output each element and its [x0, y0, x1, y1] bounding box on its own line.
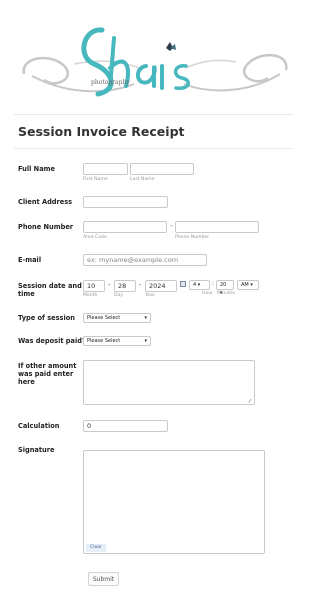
signature-label: Signature: [18, 446, 55, 454]
calculation-input[interactable]: 0: [83, 420, 168, 432]
time-separator: :: [212, 280, 215, 287]
date-separator-2: -: [139, 281, 142, 289]
full-name-label: Full Name: [18, 165, 55, 173]
minutes-sublabel: Minutes: [217, 291, 236, 296]
other-amount-line1: If other amount: [18, 362, 77, 370]
last-name-sublabel: Last Name: [130, 177, 155, 182]
client-address-label: Client Address: [18, 198, 73, 206]
session-datetime-label: Session date and time: [18, 282, 82, 298]
email-label: E-mail: [18, 256, 42, 264]
day-sublabel: Day: [114, 293, 124, 298]
brand-logo: photography: [14, 8, 296, 108]
month-sublabel: Month: [83, 293, 98, 298]
other-amount-label: If other amount was paid enter here: [18, 362, 76, 386]
email-input[interactable]: ex: myname@example.com: [83, 254, 207, 266]
chevron-down-icon: ▾: [144, 338, 147, 344]
form-title: Session Invoice Receipt: [18, 124, 185, 139]
date-separator-1: -: [108, 281, 111, 289]
area-code-sublabel: Area Code: [83, 235, 107, 240]
session-label-line2: time: [18, 290, 35, 298]
logo-subtext: photography: [91, 79, 130, 86]
month-input[interactable]: 10: [83, 280, 105, 292]
type-of-session-value: Please Select: [87, 315, 121, 321]
year-input[interactable]: 2024: [145, 280, 177, 292]
minutes-select[interactable]: 20 ▾: [216, 280, 234, 296]
hour-value: 4: [193, 282, 197, 288]
first-name-input[interactable]: [83, 163, 128, 175]
other-amount-line2: was paid enter: [18, 370, 74, 378]
first-name-sublabel: First Name: [83, 177, 108, 182]
last-name-input[interactable]: [130, 163, 194, 175]
type-of-session-select[interactable]: Please Select ▾: [83, 313, 151, 323]
client-address-input[interactable]: [83, 196, 168, 208]
logo-swirl-graphic: [22, 27, 288, 97]
minutes-value: 20: [220, 282, 227, 288]
title-divider: [14, 148, 293, 149]
day-input[interactable]: 28: [114, 280, 136, 292]
resize-handle-icon[interactable]: ⁄⁄: [249, 399, 251, 405]
calendar-icon[interactable]: [180, 281, 186, 287]
submit-button[interactable]: Submit: [88, 572, 119, 586]
area-code-input[interactable]: [83, 221, 167, 233]
other-amount-textarea[interactable]: [83, 360, 255, 405]
chevron-down-icon: ▾: [144, 315, 147, 321]
other-amount-line3: here: [18, 378, 35, 386]
session-label-line1: Session date and: [18, 282, 82, 290]
signature-pad[interactable]: [83, 450, 265, 554]
ampm-value: AM: [241, 282, 249, 288]
phone-number-label: Phone Number: [18, 223, 74, 231]
clear-signature-button[interactable]: Clear: [86, 544, 106, 552]
hour-select[interactable]: 4 ▾: [189, 280, 210, 290]
type-of-session-label: Type of session: [18, 314, 75, 322]
hour-sublabel: Hour: [202, 291, 214, 296]
deposit-paid-value: Please Select: [87, 338, 121, 344]
year-sublabel: Year: [145, 293, 155, 298]
ampm-select[interactable]: AM ▾: [237, 280, 259, 290]
deposit-paid-select[interactable]: Please Select ▾: [83, 336, 151, 346]
phone-number-input[interactable]: [175, 221, 259, 233]
phone-separator: -: [170, 222, 173, 230]
phone-number-sublabel: Phone Number: [175, 235, 210, 240]
header-divider: [14, 114, 293, 115]
deposit-paid-label: Was deposit paid?: [18, 337, 86, 345]
calculation-label: Calculation: [18, 422, 60, 430]
